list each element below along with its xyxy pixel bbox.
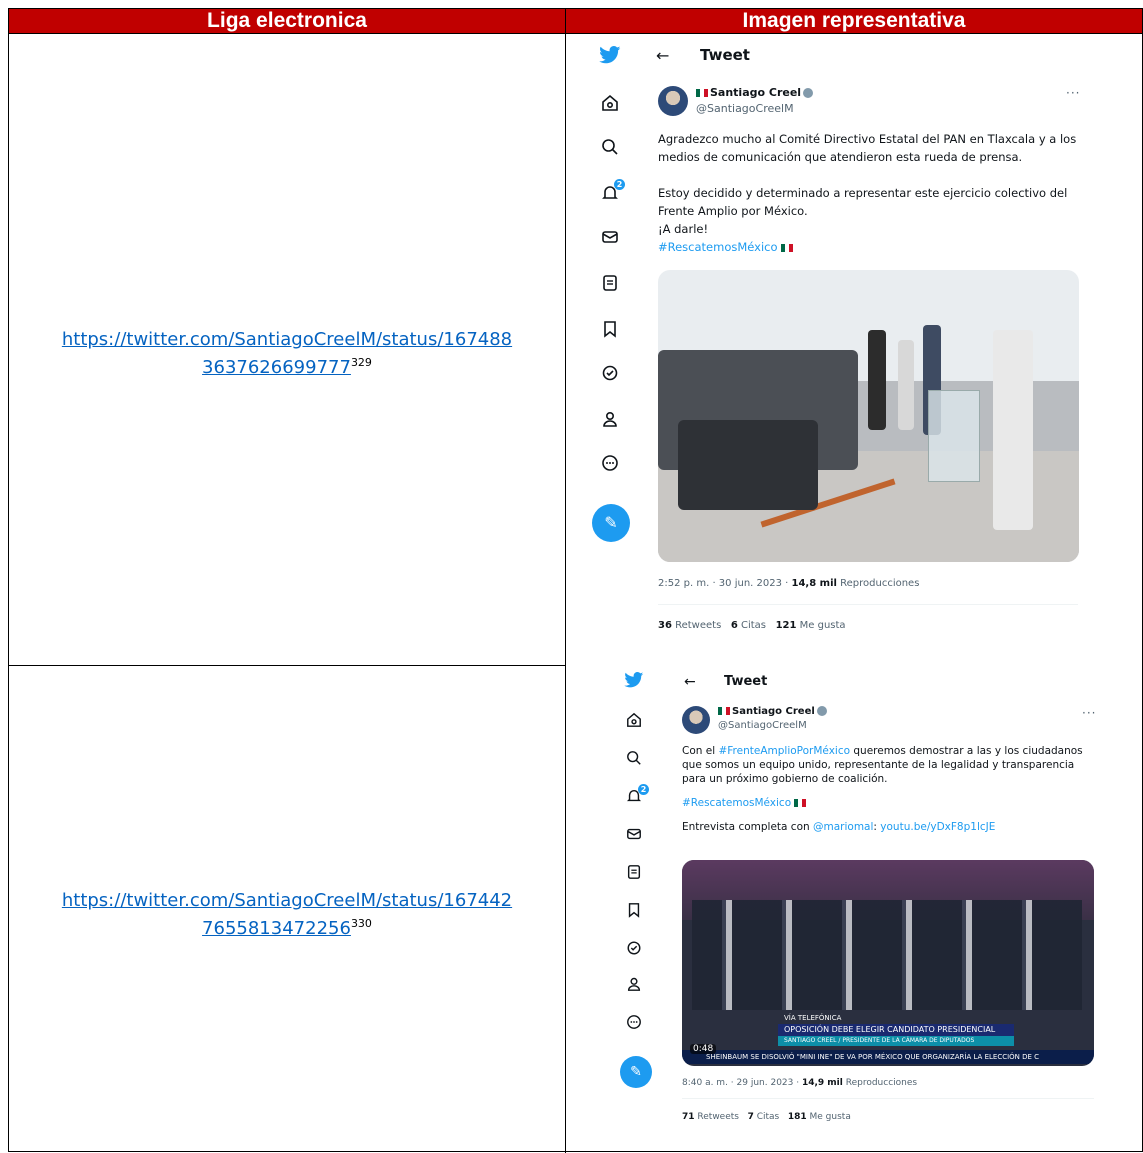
photo-person <box>898 340 914 430</box>
mexico-flag-icon <box>718 707 730 715</box>
header-link-column: Liga electronica <box>207 9 367 32</box>
more-icon[interactable] <box>604 1014 664 1034</box>
row2-tweet-link[interactable]: https://twitter.com/SantiagoCreelM/statu… <box>62 890 512 939</box>
notifications-icon[interactable] <box>604 788 664 808</box>
tweet-stats: 36 Retweets 6 Citas 121 Me gusta <box>658 620 846 631</box>
tweet-screenshot-2: 2 ✎ ← Tweet Santiago Creel @SantiagoCree… <box>604 668 1104 1138</box>
author-name[interactable]: Santiago Creel <box>718 706 827 717</box>
verified-orgs-icon[interactable] <box>604 940 664 960</box>
video-crowd <box>692 900 1082 1010</box>
compose-icon[interactable]: ✎ <box>620 1056 652 1088</box>
bookmarks-icon[interactable] <box>604 902 664 922</box>
video-banner-top: VÍA TELEFÓNICA <box>784 1014 842 1022</box>
mexico-flag-icon <box>794 799 807 807</box>
hashtag-link[interactable]: #RescatemosMéxico <box>658 240 778 254</box>
mexico-flag-icon <box>781 243 794 252</box>
more-icon[interactable] <box>580 454 640 476</box>
author-name[interactable]: Santiago Creel <box>696 86 814 99</box>
lists-icon[interactable] <box>604 864 664 884</box>
likes-count[interactable]: 121 Me gusta <box>776 620 846 631</box>
mexico-flag-icon <box>696 89 708 97</box>
bookmarks-icon[interactable] <box>580 320 640 342</box>
verified-icon <box>816 706 827 716</box>
back-arrow-icon[interactable]: ← <box>684 674 696 690</box>
quotes-count[interactable]: 7 Citas <box>748 1112 780 1122</box>
hashtag-link[interactable]: #RescatemosMéxico <box>682 797 791 809</box>
messages-icon[interactable] <box>604 826 664 846</box>
tweet-photo[interactable] <box>658 270 1079 562</box>
row2-footnote: 330 <box>350 917 372 930</box>
page-title: Tweet <box>724 674 768 689</box>
row2-link-cell: https://twitter.com/SantiagoCreelM/statu… <box>9 887 565 943</box>
video-banner-sub: SANTIAGO CREEL / PRESIDENTE DE LA CÁMARA… <box>778 1036 1014 1046</box>
video-duration: 0:48 <box>690 1044 717 1054</box>
header-image-column: Imagen representativa <box>742 9 966 32</box>
twitter-bird-icon[interactable] <box>604 672 664 692</box>
tweet-timestamp: 8:40 a. m. · 29 jun. 2023 · 14,9 mil Rep… <box>682 1078 918 1088</box>
twitter-bird-icon[interactable] <box>580 46 640 68</box>
home-icon[interactable] <box>580 94 640 116</box>
author-handle[interactable]: @SantiagoCreelM <box>718 720 807 731</box>
avatar[interactable] <box>658 86 688 116</box>
photo-person <box>868 330 886 430</box>
notifications-badge: 2 <box>638 784 649 795</box>
column-divider <box>565 9 566 1153</box>
row1-link-cell: https://twitter.com/SantiagoCreelM/statu… <box>9 326 565 382</box>
profile-icon[interactable] <box>604 976 664 996</box>
retweets-count[interactable]: 71 Retweets <box>682 1112 739 1122</box>
likes-count[interactable]: 181 Me gusta <box>788 1112 851 1122</box>
table-header-row: Liga electronica Imagen representativa <box>9 9 1142 34</box>
photo-audience-front <box>678 420 818 510</box>
verified-icon <box>803 88 814 98</box>
verified-orgs-icon[interactable] <box>580 364 640 386</box>
tweet-stats: 71 Retweets 7 Citas 181 Me gusta <box>682 1112 851 1122</box>
row1-footnote: 329 <box>350 356 372 369</box>
back-arrow-icon[interactable]: ← <box>656 46 669 65</box>
row1-tweet-link[interactable]: https://twitter.com/SantiagoCreelM/statu… <box>62 329 512 378</box>
more-options-icon[interactable]: ··· <box>1082 706 1096 720</box>
home-icon[interactable] <box>604 712 664 732</box>
tweet-text: Agradezco mucho al Comité Directivo Esta… <box>658 132 1077 254</box>
notifications-badge: 2 <box>614 179 625 190</box>
lists-icon[interactable] <box>580 274 640 296</box>
row-divider <box>9 665 565 666</box>
search-icon[interactable] <box>580 138 640 160</box>
photo-podium <box>928 390 980 482</box>
video-ticker: SHEINBAUM SE DISOLVIÓ "MINI INE" DE VA P… <box>682 1050 1094 1064</box>
tweet-screenshot-1: 2 ✎ ← Tweet Santiago Creel @SantiagoCree… <box>580 36 1100 646</box>
quotes-count[interactable]: 6 Citas <box>731 620 766 631</box>
avatar[interactable] <box>682 706 710 734</box>
divider <box>658 604 1078 605</box>
divider <box>682 1098 1094 1099</box>
tweet-timestamp: 2:52 p. m. · 30 jun. 2023 · 14,8 mil Rep… <box>658 578 920 589</box>
compose-icon[interactable]: ✎ <box>592 504 630 542</box>
author-handle[interactable]: @SantiagoCreelM <box>696 102 794 115</box>
search-icon[interactable] <box>604 750 664 770</box>
page-title: Tweet <box>700 46 750 64</box>
tweet-video[interactable]: VÍA TELEFÓNICA OPOSICIÓN DEBE ELEGIR CAN… <box>682 860 1094 1066</box>
messages-icon[interactable] <box>580 228 640 250</box>
youtube-link[interactable]: youtu.be/yDxF8p1lcJE <box>880 821 995 833</box>
more-options-icon[interactable]: ··· <box>1066 86 1080 100</box>
photo-speaker <box>993 330 1033 530</box>
retweets-count[interactable]: 36 Retweets <box>658 620 721 631</box>
hashtag-link[interactable]: #FrenteAmplioPorMéxico <box>718 745 850 757</box>
profile-icon[interactable] <box>580 410 640 432</box>
notifications-icon[interactable] <box>580 184 640 206</box>
tweet-text: Con el #FrenteAmplioPorMéxico queremos d… <box>682 745 1083 833</box>
mention-link[interactable]: @mariomal <box>813 821 873 833</box>
video-banner-main: OPOSICIÓN DEBE ELEGIR CANDIDATO PRESIDEN… <box>778 1024 1014 1036</box>
